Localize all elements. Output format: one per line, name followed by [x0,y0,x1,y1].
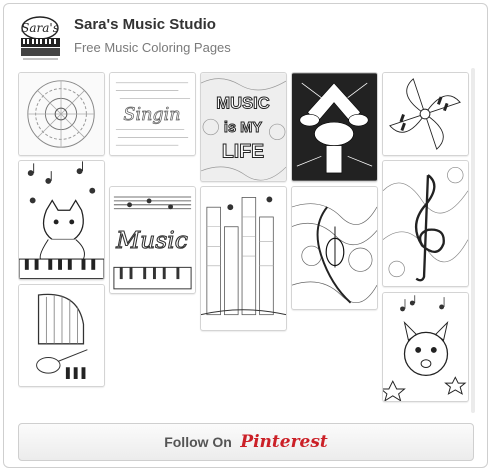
pinterest-logo: Pinterest [240,432,328,452]
pin-grid-scrollbar[interactable] [471,68,475,413]
board-title[interactable]: Sara's Music Studio [74,16,216,33]
harp-image [19,285,104,386]
studio-logo[interactable]: Sara's [18,14,63,62]
treble-clef-image [383,161,468,286]
svg-text:Music: Music [115,226,188,254]
svg-text:MUSIC: MUSIC [216,93,269,112]
music-is-my-life-image: MUSIC is MY LIFE [201,73,286,181]
svg-text:is MY: is MY [224,120,262,136]
svg-text:Singin: Singin [123,105,180,125]
board-header: Sara's Sara's Music Studio Free Music Co… [4,4,487,66]
pin-thumbnail[interactable]: Music [109,186,196,294]
pin-thumbnail[interactable] [382,72,469,156]
pin-thumbnail[interactable]: MUSIC is MY LIFE [200,72,287,182]
pinterest-board-widget: Sara's Sara's Music Studio Free Music Co… [3,3,488,468]
pin-thumbnail[interactable] [291,72,378,182]
pin-thumbnail[interactable] [18,160,105,280]
follow-label: Follow On [164,434,232,450]
music-word-image: Music [110,187,195,293]
svg-text:LIFE: LIFE [222,140,264,162]
drum-kit-image [292,73,377,181]
board-subtitle[interactable]: Free Music Coloring Pages [74,40,231,55]
singing-character-image [383,293,468,401]
pin-grid: Singin Music MUSIC is MY LIFE [18,68,470,414]
violin-doodle-image [292,187,377,309]
piano-swirl-image [383,73,468,155]
music-city-image [201,187,286,330]
mandala-image [19,73,104,155]
pin-thumbnail[interactable] [18,72,105,156]
pin-thumbnail[interactable] [291,186,378,310]
pin-thumbnail[interactable] [18,284,105,387]
follow-on-pinterest-button[interactable]: Follow On Pinterest [18,423,474,461]
pin-thumbnail[interactable] [382,160,469,287]
svg-text:Sara's: Sara's [21,21,59,35]
cat-image [19,161,104,279]
pin-thumbnail[interactable] [382,292,469,402]
pin-thumbnail[interactable] [200,186,287,331]
singing-lyrics-image: Singin [110,73,195,155]
pin-thumbnail[interactable]: Singin [109,72,196,156]
